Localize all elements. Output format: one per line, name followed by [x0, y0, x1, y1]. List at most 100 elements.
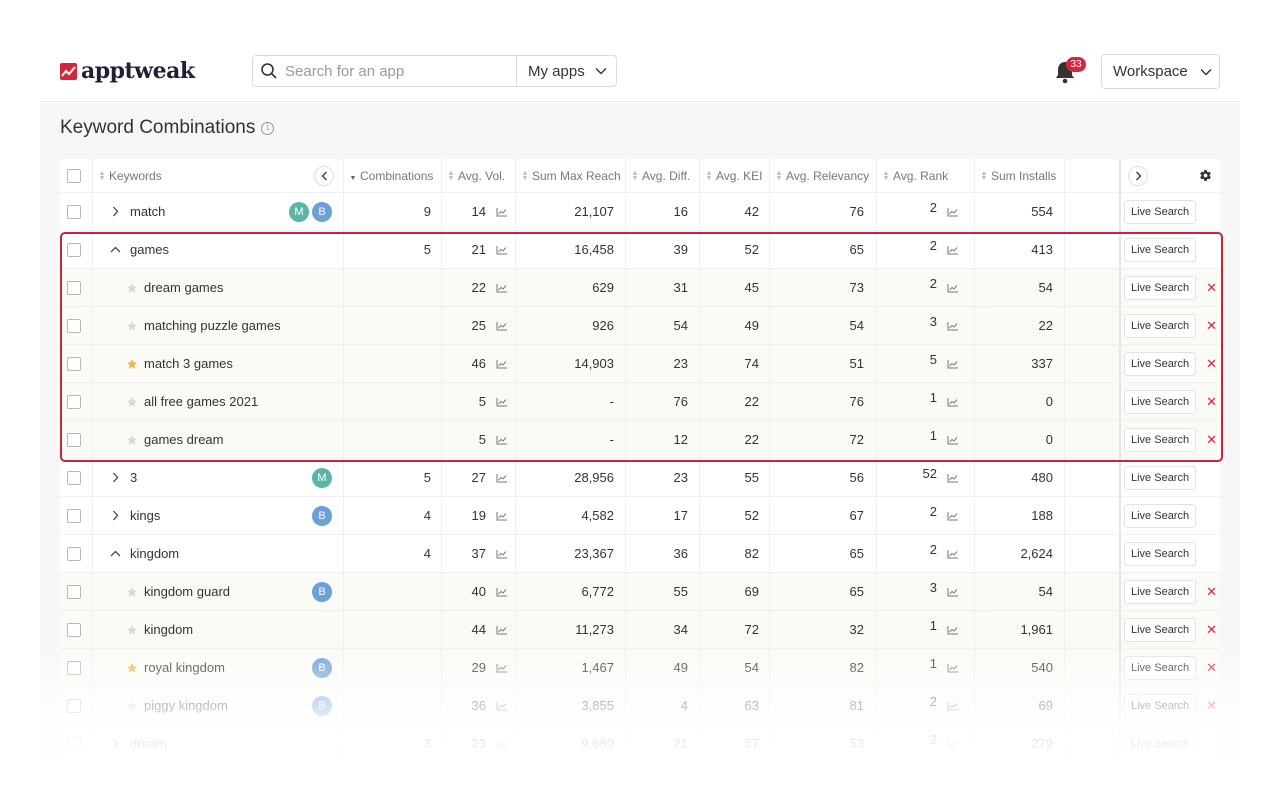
- star-icon[interactable]: [126, 662, 138, 674]
- trend-chart-icon[interactable]: [496, 587, 508, 597]
- row-checkbox[interactable]: [67, 508, 81, 523]
- workspace-dropdown[interactable]: Workspace: [1101, 54, 1220, 89]
- trend-chart-icon[interactable]: [947, 549, 959, 559]
- star-icon[interactable]: [126, 434, 138, 446]
- trend-chart-icon[interactable]: [947, 701, 959, 711]
- star-icon[interactable]: [126, 358, 138, 370]
- my-apps-dropdown[interactable]: My apps: [516, 56, 617, 86]
- trend-chart-icon[interactable]: [947, 207, 959, 217]
- remove-icon[interactable]: ✕: [1206, 281, 1217, 294]
- keyword-label[interactable]: matching puzzle games: [144, 318, 281, 333]
- live-search-button[interactable]: Live Search: [1124, 465, 1197, 490]
- column-header-keywords[interactable]: ▲ ▼ Keywords: [98, 159, 298, 192]
- trend-chart-icon[interactable]: [947, 245, 959, 255]
- column-header-avg-diff[interactable]: ▲ ▼ Avg. Diff.: [631, 159, 701, 192]
- trend-chart-icon[interactable]: [496, 511, 508, 521]
- live-search-button[interactable]: Live Search: [1124, 503, 1197, 528]
- remove-icon[interactable]: ✕: [1206, 433, 1217, 446]
- trend-chart-icon[interactable]: [496, 397, 508, 407]
- trend-chart-icon[interactable]: [947, 739, 959, 749]
- expand-columns-button[interactable]: [1128, 165, 1148, 186]
- row-checkbox[interactable]: [67, 584, 81, 599]
- trend-chart-icon[interactable]: [947, 283, 959, 293]
- column-header-sum-installs[interactable]: ▲ ▼ Sum Installs: [980, 159, 1070, 192]
- keyword-label[interactable]: dream games: [144, 280, 223, 295]
- column-header-avg-vol[interactable]: ▲ ▼ Avg. Vol.: [447, 159, 517, 192]
- keyword-label[interactable]: match 3 games: [144, 356, 233, 371]
- trend-chart-icon[interactable]: [496, 701, 508, 711]
- remove-icon[interactable]: ✕: [1206, 661, 1217, 674]
- chevron-right-icon[interactable]: [112, 738, 119, 749]
- apptweak-logo[interactable]: apptweak: [60, 58, 195, 84]
- row-checkbox[interactable]: [67, 432, 81, 447]
- keyword-label[interactable]: match: [130, 204, 165, 219]
- row-checkbox[interactable]: [67, 356, 81, 371]
- trend-chart-icon[interactable]: [496, 549, 508, 559]
- collapse-column-button[interactable]: [314, 165, 334, 186]
- keyword-label[interactable]: dream: [130, 736, 167, 751]
- live-search-button[interactable]: Live Search: [1124, 617, 1197, 642]
- chevron-right-icon[interactable]: [112, 510, 119, 521]
- trend-chart-icon[interactable]: [496, 625, 508, 635]
- trend-chart-icon[interactable]: [947, 397, 959, 407]
- trend-chart-icon[interactable]: [496, 435, 508, 445]
- trend-chart-icon[interactable]: [947, 587, 959, 597]
- trend-chart-icon[interactable]: [496, 321, 508, 331]
- select-all-checkbox[interactable]: [67, 168, 81, 183]
- trend-chart-icon[interactable]: [496, 359, 508, 369]
- row-checkbox[interactable]: [67, 622, 81, 637]
- trend-chart-icon[interactable]: [496, 207, 508, 217]
- chevron-up-icon[interactable]: [110, 246, 121, 253]
- column-header-avg-rank[interactable]: ▲ ▼ Avg. Rank: [882, 159, 972, 192]
- remove-icon[interactable]: ✕: [1206, 357, 1217, 370]
- chevron-right-icon[interactable]: [112, 472, 119, 483]
- row-checkbox[interactable]: [67, 242, 81, 257]
- trend-chart-icon[interactable]: [947, 435, 959, 445]
- star-icon[interactable]: [126, 624, 138, 636]
- live-search-button[interactable]: Live Search: [1124, 427, 1197, 452]
- live-search-button[interactable]: Live Search: [1124, 655, 1197, 680]
- trend-chart-icon[interactable]: [496, 739, 508, 749]
- keyword-label[interactable]: kingdom: [130, 546, 179, 561]
- chevron-right-icon[interactable]: [112, 206, 119, 217]
- remove-icon[interactable]: ✕: [1206, 585, 1217, 598]
- row-checkbox[interactable]: [67, 280, 81, 295]
- row-checkbox[interactable]: [67, 318, 81, 333]
- star-icon[interactable]: [126, 586, 138, 598]
- row-checkbox[interactable]: [67, 736, 81, 751]
- trend-chart-icon[interactable]: [947, 473, 959, 483]
- keyword-label[interactable]: piggy kingdom: [144, 698, 228, 713]
- keyword-label[interactable]: 3: [130, 470, 137, 485]
- remove-icon[interactable]: ✕: [1206, 699, 1217, 712]
- trend-chart-icon[interactable]: [947, 359, 959, 369]
- chevron-up-icon[interactable]: [110, 550, 121, 557]
- row-checkbox[interactable]: [67, 470, 81, 485]
- column-header-avg-kei[interactable]: ▲ ▼ Avg. KEI: [705, 159, 775, 192]
- row-checkbox[interactable]: [67, 394, 81, 409]
- live-search-button[interactable]: Live Search: [1124, 731, 1197, 756]
- trend-chart-icon[interactable]: [947, 625, 959, 635]
- live-search-button[interactable]: Live Search: [1124, 237, 1197, 262]
- trend-chart-icon[interactable]: [496, 283, 508, 293]
- trend-chart-icon[interactable]: [947, 511, 959, 521]
- column-header-sum-max-reach[interactable]: ▲ ▼ Sum Max Reach: [521, 159, 631, 192]
- trend-chart-icon[interactable]: [947, 321, 959, 331]
- trend-chart-icon[interactable]: [496, 245, 508, 255]
- remove-icon[interactable]: ✕: [1206, 395, 1217, 408]
- keyword-label[interactable]: games dream: [144, 432, 223, 447]
- live-search-button[interactable]: Live Search: [1124, 313, 1197, 338]
- trend-chart-icon[interactable]: [496, 663, 508, 673]
- trend-chart-icon[interactable]: [496, 473, 508, 483]
- live-search-button[interactable]: Live Search: [1124, 199, 1197, 224]
- row-checkbox[interactable]: [67, 546, 81, 561]
- live-search-button[interactable]: Live Search: [1124, 389, 1197, 414]
- star-icon[interactable]: [126, 320, 138, 332]
- row-checkbox[interactable]: [67, 698, 81, 713]
- keyword-label[interactable]: royal kingdom: [144, 660, 225, 675]
- keyword-label[interactable]: games: [130, 242, 169, 257]
- star-icon[interactable]: [126, 396, 138, 408]
- gear-icon[interactable]: [1199, 159, 1215, 192]
- remove-icon[interactable]: ✕: [1206, 623, 1217, 636]
- live-search-button[interactable]: Live Search: [1124, 541, 1197, 566]
- keyword-label[interactable]: all free games 2021: [144, 394, 258, 409]
